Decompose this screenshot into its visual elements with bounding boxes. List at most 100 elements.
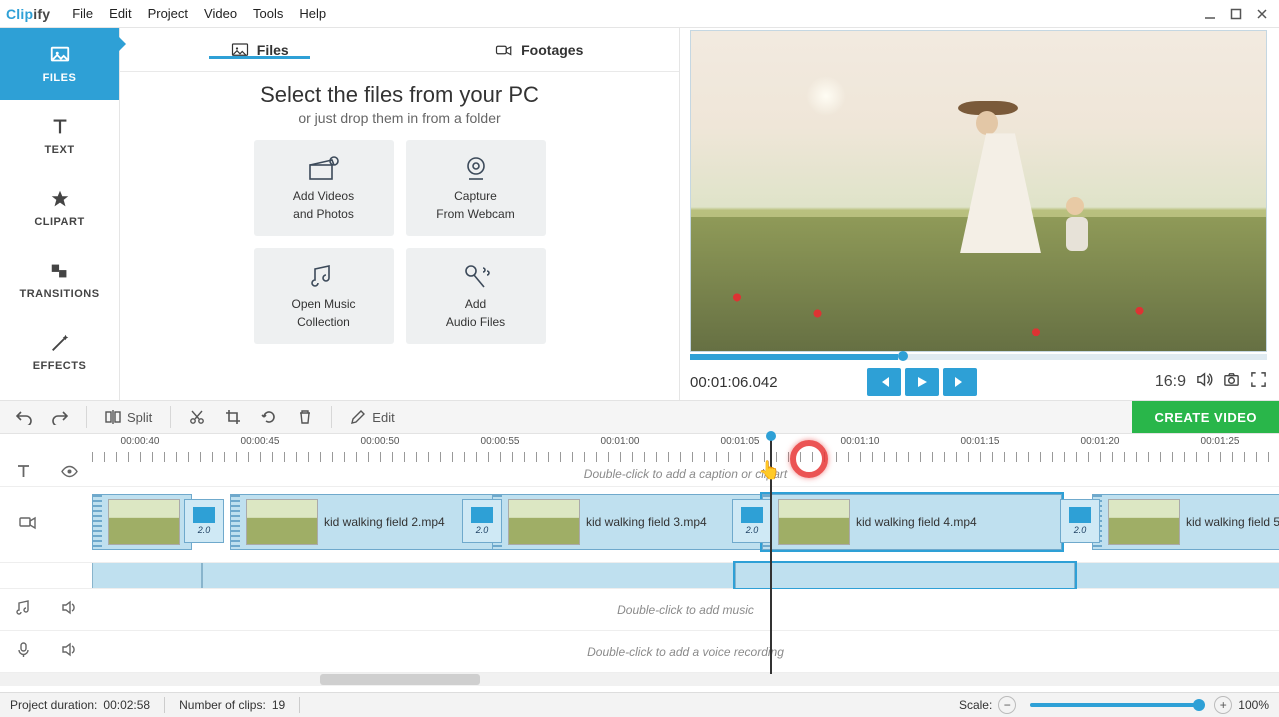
menu-help[interactable]: Help — [299, 6, 326, 21]
menu-file[interactable]: File — [72, 6, 93, 21]
video-clip[interactable]: kid walking field 4.mp4 — [762, 494, 1062, 550]
video-track[interactable]: kid walking field 2.mp4 kid walking field… — [92, 487, 1279, 562]
window-close-icon[interactable] — [1251, 3, 1273, 25]
cut-button[interactable] — [181, 404, 213, 430]
menu-project[interactable]: Project — [148, 6, 188, 21]
split-icon — [105, 409, 121, 425]
tile-capture-webcam[interactable]: Capture From Webcam — [406, 140, 546, 236]
crop-button[interactable] — [217, 404, 249, 430]
zoom-out-button[interactable]: − — [998, 696, 1016, 714]
playhead[interactable] — [770, 434, 772, 674]
tile-add-audio-files[interactable]: Add Audio Files — [406, 248, 546, 344]
prev-frame-button[interactable] — [867, 368, 901, 396]
sidebar-item-text[interactable]: TEXT — [0, 100, 119, 172]
transition-duration: 2.0 — [1074, 525, 1087, 535]
webcam-icon — [460, 155, 492, 183]
sidebar-item-label: TRANSITIONS — [19, 288, 99, 300]
bar-segment[interactable] — [92, 563, 202, 588]
clip-thumbnail — [1108, 499, 1180, 545]
sidebar-item-transitions[interactable]: TRANSITIONS — [0, 244, 119, 316]
ruler-tick: 00:01:05 — [721, 436, 760, 447]
tile-label: Collection — [297, 315, 350, 329]
play-button[interactable] — [905, 368, 939, 396]
timeline-scrollbar[interactable] — [0, 673, 1279, 686]
ruler-tick: 00:01:15 — [961, 436, 1000, 447]
sidebar-item-effects[interactable]: EFFECTS — [0, 316, 119, 388]
transition-duration: 2.0 — [746, 525, 759, 535]
status-duration-label: Project duration: — [10, 698, 97, 712]
sidebar-item-clipart[interactable]: CLIPART — [0, 172, 119, 244]
text-track-icon — [15, 463, 32, 485]
tile-label: Add — [465, 297, 486, 311]
split-button[interactable]: Split — [97, 404, 160, 430]
music-track[interactable]: Double-click to add music — [92, 589, 1279, 630]
sidebar-item-label: EFFECTS — [33, 360, 87, 372]
transition-chip[interactable]: 2.0 — [184, 499, 224, 543]
redo-button[interactable] — [44, 404, 76, 430]
snapshot-icon[interactable] — [1223, 371, 1240, 393]
clip-thumbnail — [778, 499, 850, 545]
tab-files[interactable]: Files — [120, 42, 400, 58]
status-clips-value: 19 — [272, 698, 285, 712]
pencil-icon — [350, 409, 366, 425]
speaker-icon[interactable] — [61, 641, 78, 663]
clip-label: kid walking field 2.mp4 — [324, 515, 445, 529]
speaker-icon[interactable] — [61, 599, 78, 621]
next-frame-button[interactable] — [943, 368, 977, 396]
clip-thumbnail — [246, 499, 318, 545]
music-notes-icon — [308, 263, 340, 291]
tile-open-music-collection[interactable]: Open Music Collection — [254, 248, 394, 344]
window-minimize-icon[interactable] — [1199, 3, 1221, 25]
menu-video[interactable]: Video — [204, 6, 237, 21]
caption-track[interactable]: Double-click to add a caption or clipart — [92, 462, 1279, 486]
edit-button[interactable]: Edit — [342, 404, 402, 430]
clip-thumbnail — [108, 499, 180, 545]
bar-segment[interactable] — [202, 563, 735, 588]
bar-segment[interactable] — [735, 563, 1075, 588]
tab-footages[interactable]: Footages — [400, 42, 680, 58]
visibility-icon[interactable] — [61, 463, 78, 485]
undo-button[interactable] — [8, 404, 40, 430]
ruler-tick: 00:01:20 — [1081, 436, 1120, 447]
tile-add-videos-photos[interactable]: Add Videos and Photos — [254, 140, 394, 236]
create-video-button[interactable]: CREATE VIDEO — [1132, 401, 1279, 433]
preview-seek-bar[interactable] — [690, 354, 1267, 360]
ruler-tick: 00:01:25 — [1201, 436, 1240, 447]
clip-label: kid walking field 4.mp4 — [856, 515, 977, 529]
zoom-slider[interactable] — [1030, 703, 1200, 707]
video-clip[interactable] — [92, 494, 192, 550]
clip-thumbnail — [508, 499, 580, 545]
clip-handle[interactable] — [231, 495, 240, 549]
delete-button[interactable] — [289, 404, 321, 430]
clip-handle[interactable] — [93, 495, 102, 549]
ruler-tick: 00:00:55 — [481, 436, 520, 447]
sidebar-item-label: CLIPART — [34, 216, 84, 228]
split-label: Split — [127, 410, 152, 425]
status-clips-label: Number of clips: — [179, 698, 266, 712]
video-clip[interactable]: kid walking field 3.mp4 — [492, 494, 772, 550]
panel-title: Select the files from your PC — [120, 82, 679, 108]
tile-label: Open Music — [291, 297, 355, 311]
ruler-tick: 00:01:10 — [841, 436, 880, 447]
rotate-button[interactable] — [253, 404, 285, 430]
transition-chip[interactable]: 2.0 — [732, 499, 772, 543]
video-bar-track[interactable] — [92, 563, 1279, 588]
transition-chip[interactable]: 2.0 — [462, 499, 502, 543]
camcorder-icon — [495, 42, 513, 58]
ruler-tick: 00:00:50 — [361, 436, 400, 447]
app-logo: Clipify — [6, 6, 50, 22]
menu-edit[interactable]: Edit — [109, 6, 131, 21]
preview-timecode: 00:01:06.042 — [690, 374, 778, 391]
sidebar-item-files[interactable]: FILES — [0, 28, 119, 100]
window-maximize-icon[interactable] — [1225, 3, 1247, 25]
panel-subtitle: or just drop them in from a folder — [120, 110, 679, 126]
timeline-ruler[interactable]: 👆 00:00:4000:00:4500:00:5000:00:5500:01:… — [0, 434, 1279, 462]
fullscreen-icon[interactable] — [1250, 371, 1267, 393]
video-clip[interactable]: kid walking field 5.mp4 — [1092, 494, 1279, 550]
menu-tools[interactable]: Tools — [253, 6, 283, 21]
video-preview[interactable] — [690, 30, 1267, 352]
transition-chip[interactable]: 2.0 — [1060, 499, 1100, 543]
volume-icon[interactable] — [1196, 371, 1213, 393]
voice-track[interactable]: Double-click to add a voice recording — [92, 631, 1279, 672]
zoom-in-button[interactable]: + — [1214, 696, 1232, 714]
